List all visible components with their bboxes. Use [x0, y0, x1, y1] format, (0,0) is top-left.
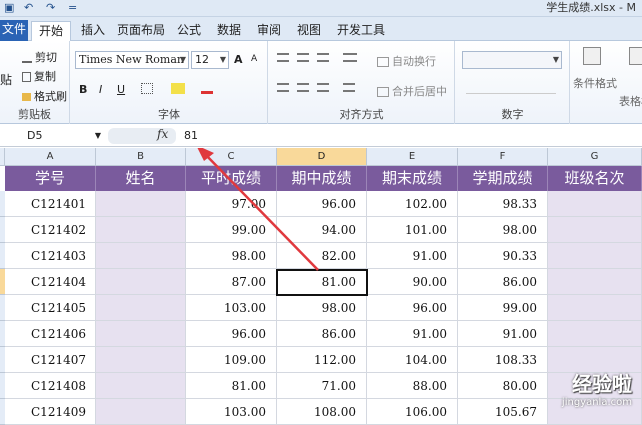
grow-font-button[interactable]: A	[234, 53, 243, 66]
conditional-format-icon[interactable]	[583, 47, 601, 65]
shrink-font-button[interactable]: A	[251, 54, 257, 64]
wrap-text-button[interactable]: 自动换行	[377, 53, 436, 69]
annotation-arrow	[197, 148, 319, 271]
paste-button[interactable]: 贴	[0, 71, 12, 88]
conditional-format-button[interactable]: 条件格式	[573, 75, 617, 91]
watermark: 经验啦 jingyanla.com	[562, 368, 632, 408]
formula-bar: D5 ▼ fx 81	[0, 125, 642, 147]
number-group-label: 数字	[501, 108, 524, 121]
font-size-select[interactable]: 12 ▼	[191, 51, 229, 69]
tab-formulas[interactable]: 公式	[174, 21, 204, 41]
format-painter-label: 格式刷	[34, 90, 67, 103]
font-color-icon[interactable]	[201, 83, 213, 94]
font-name-select[interactable]: Times New Roman ▼	[75, 51, 189, 69]
underline-button[interactable]: U	[117, 83, 125, 96]
bold-button[interactable]: B	[79, 83, 87, 96]
ribbon-tabs: 文件 开始 插入 页面布局 公式 数据 审阅 视图 开发工具	[0, 17, 642, 42]
watermark-title: 经验啦	[572, 372, 632, 396]
tab-page-layout[interactable]: 页面布局	[114, 21, 168, 41]
watermark-url: jingyanla.com	[561, 397, 632, 408]
title-bar: ▣ ↶ ↷ = 学生成绩.xlsx - M	[0, 0, 642, 17]
format-painter-button[interactable]: 格式刷	[22, 88, 67, 104]
number-format-buttons[interactable]	[466, 83, 556, 94]
clipboard-group: 贴 剪切 复制 格式刷 剪贴板	[0, 41, 70, 124]
copy-label: 复制	[34, 70, 56, 83]
scissors-icon	[22, 53, 32, 63]
cut-label: 剪切	[35, 51, 57, 64]
alignment-group: 自动换行 合并后居中 对齐方式	[269, 41, 455, 124]
name-box[interactable]: D5 ▼	[27, 128, 103, 144]
alignment-group-label: 对齐方式	[339, 108, 384, 121]
customize-qa-icon[interactable]: =	[68, 1, 77, 15]
align-center-icon[interactable]	[297, 83, 309, 92]
tab-home[interactable]: 开始	[31, 21, 71, 42]
font-size-value: 12	[195, 53, 209, 66]
name-box-value: D5	[27, 129, 43, 142]
tab-data[interactable]: 数据	[214, 21, 244, 41]
align-right-icon[interactable]	[317, 83, 329, 92]
tab-review[interactable]: 审阅	[254, 21, 284, 41]
chevron-down-icon: ▼	[219, 55, 226, 64]
insert-function-icon[interactable]: fx	[157, 127, 168, 141]
copy-icon	[22, 72, 31, 82]
chevron-down-icon: ▼	[94, 131, 101, 140]
undo-icon[interactable]: ↶	[24, 1, 33, 15]
merge-icon	[377, 87, 389, 97]
align-middle-icon[interactable]	[297, 53, 309, 62]
indent-icon[interactable]	[343, 83, 355, 92]
font-group-label: 字体	[158, 108, 180, 121]
wrap-text-label: 自动换行	[392, 55, 436, 68]
table-format-icon[interactable]	[629, 47, 642, 65]
styles-group: 条件格式 表格格	[571, 41, 642, 124]
clipboard-group-label: 剪贴板	[18, 108, 51, 121]
window-title: 学生成绩.xlsx - M	[546, 1, 636, 14]
worksheet-grid: A B C D E F G 学号 姓名 平时成绩 期中成绩 期末成绩 学期成绩 …	[0, 148, 642, 425]
border-icon[interactable]	[141, 83, 153, 94]
tab-developer[interactable]: 开发工具	[334, 21, 388, 41]
italic-button[interactable]: I	[99, 83, 102, 96]
merge-center-label: 合并后居中	[392, 85, 447, 98]
cut-button[interactable]: 剪切	[22, 49, 57, 65]
font-group: Times New Roman ▼ 12 ▼ A A B I U 字体	[71, 41, 268, 124]
font-name-value: Times New Roman	[79, 53, 184, 66]
chevron-down-icon: ▼	[552, 55, 559, 64]
align-bottom-icon[interactable]	[317, 53, 329, 62]
table-format-button[interactable]: 表格格	[619, 93, 642, 109]
orientation-icon[interactable]	[343, 53, 357, 62]
ribbon: 贴 剪切 复制 格式刷 剪贴板 Times New Roman ▼ 12 ▼ A A…	[0, 41, 642, 124]
align-top-icon[interactable]	[277, 53, 289, 62]
tab-view[interactable]: 视图	[294, 21, 324, 41]
copy-button[interactable]: 复制	[22, 68, 56, 84]
chevron-down-icon: ▼	[179, 55, 186, 64]
align-left-icon[interactable]	[277, 83, 289, 92]
tab-file[interactable]: 文件	[0, 20, 28, 41]
number-format-select[interactable]: ▼	[462, 51, 562, 69]
merge-center-button[interactable]: 合并后居中	[377, 83, 447, 99]
formula-input[interactable]: 81	[184, 129, 198, 142]
brush-icon	[22, 93, 31, 101]
redo-icon[interactable]: ↷	[46, 1, 55, 15]
number-group: ▼ 数字	[456, 41, 570, 124]
save-icon[interactable]: ▣	[4, 1, 14, 15]
fill-color-icon[interactable]	[171, 83, 185, 94]
wrap-text-icon	[377, 57, 389, 67]
arrow-line	[202, 151, 319, 271]
tab-insert[interactable]: 插入	[78, 21, 108, 41]
